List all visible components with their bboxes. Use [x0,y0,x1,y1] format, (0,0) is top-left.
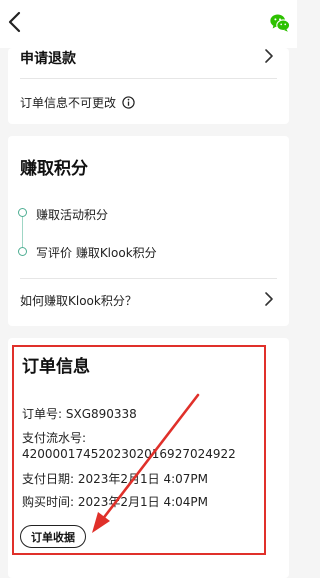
wechat-icon[interactable] [269,12,291,34]
earn-points-card: 赚取积分 赚取活动积分 写评价 赚取Klook积分 如何赚取Klook积分？ [8,136,289,326]
earn-points-title: 赚取积分 [20,159,88,179]
transaction-number-value: 4200001745202302016927024922 [22,447,236,461]
order-number: 订单号: SXG890338 [22,407,137,421]
apply-refund-label[interactable]: 申请退款 [20,48,76,68]
step-earn-activity-points: 赚取活动积分 [36,208,109,222]
divider [20,78,277,79]
how-to-earn-points-link[interactable]: 如何赚取Klook积分？ [20,292,137,309]
order-receipt-button[interactable]: 订单收据 [20,525,86,548]
step-connector [22,215,23,249]
purchase-time: 购买时间: 2023年2月1日 4:04PM [22,495,209,509]
payment-date: 支付日期: 2023年2月1日 4:07PM [22,472,209,486]
top-bar [0,0,297,48]
refund-card: 申请退款 订单信息不可更改 [8,48,289,124]
step-dot-icon [18,208,27,217]
divider [20,278,277,279]
info-icon[interactable] [122,96,135,109]
chevron-right-icon[interactable] [263,291,275,307]
step-write-review: 写评价 赚取Klook积分 [36,246,157,260]
order-info-unchangeable-label: 订单信息不可更改 [20,96,117,110]
step-dot-icon [18,247,27,256]
chevron-left-icon[interactable] [6,10,24,34]
order-info-unchangeable-row: 订单信息不可更改 [20,94,135,111]
chevron-right-icon[interactable] [263,48,275,64]
order-info-title: 订单信息 [22,357,90,377]
transaction-number-label: 支付流水号: [22,431,87,445]
